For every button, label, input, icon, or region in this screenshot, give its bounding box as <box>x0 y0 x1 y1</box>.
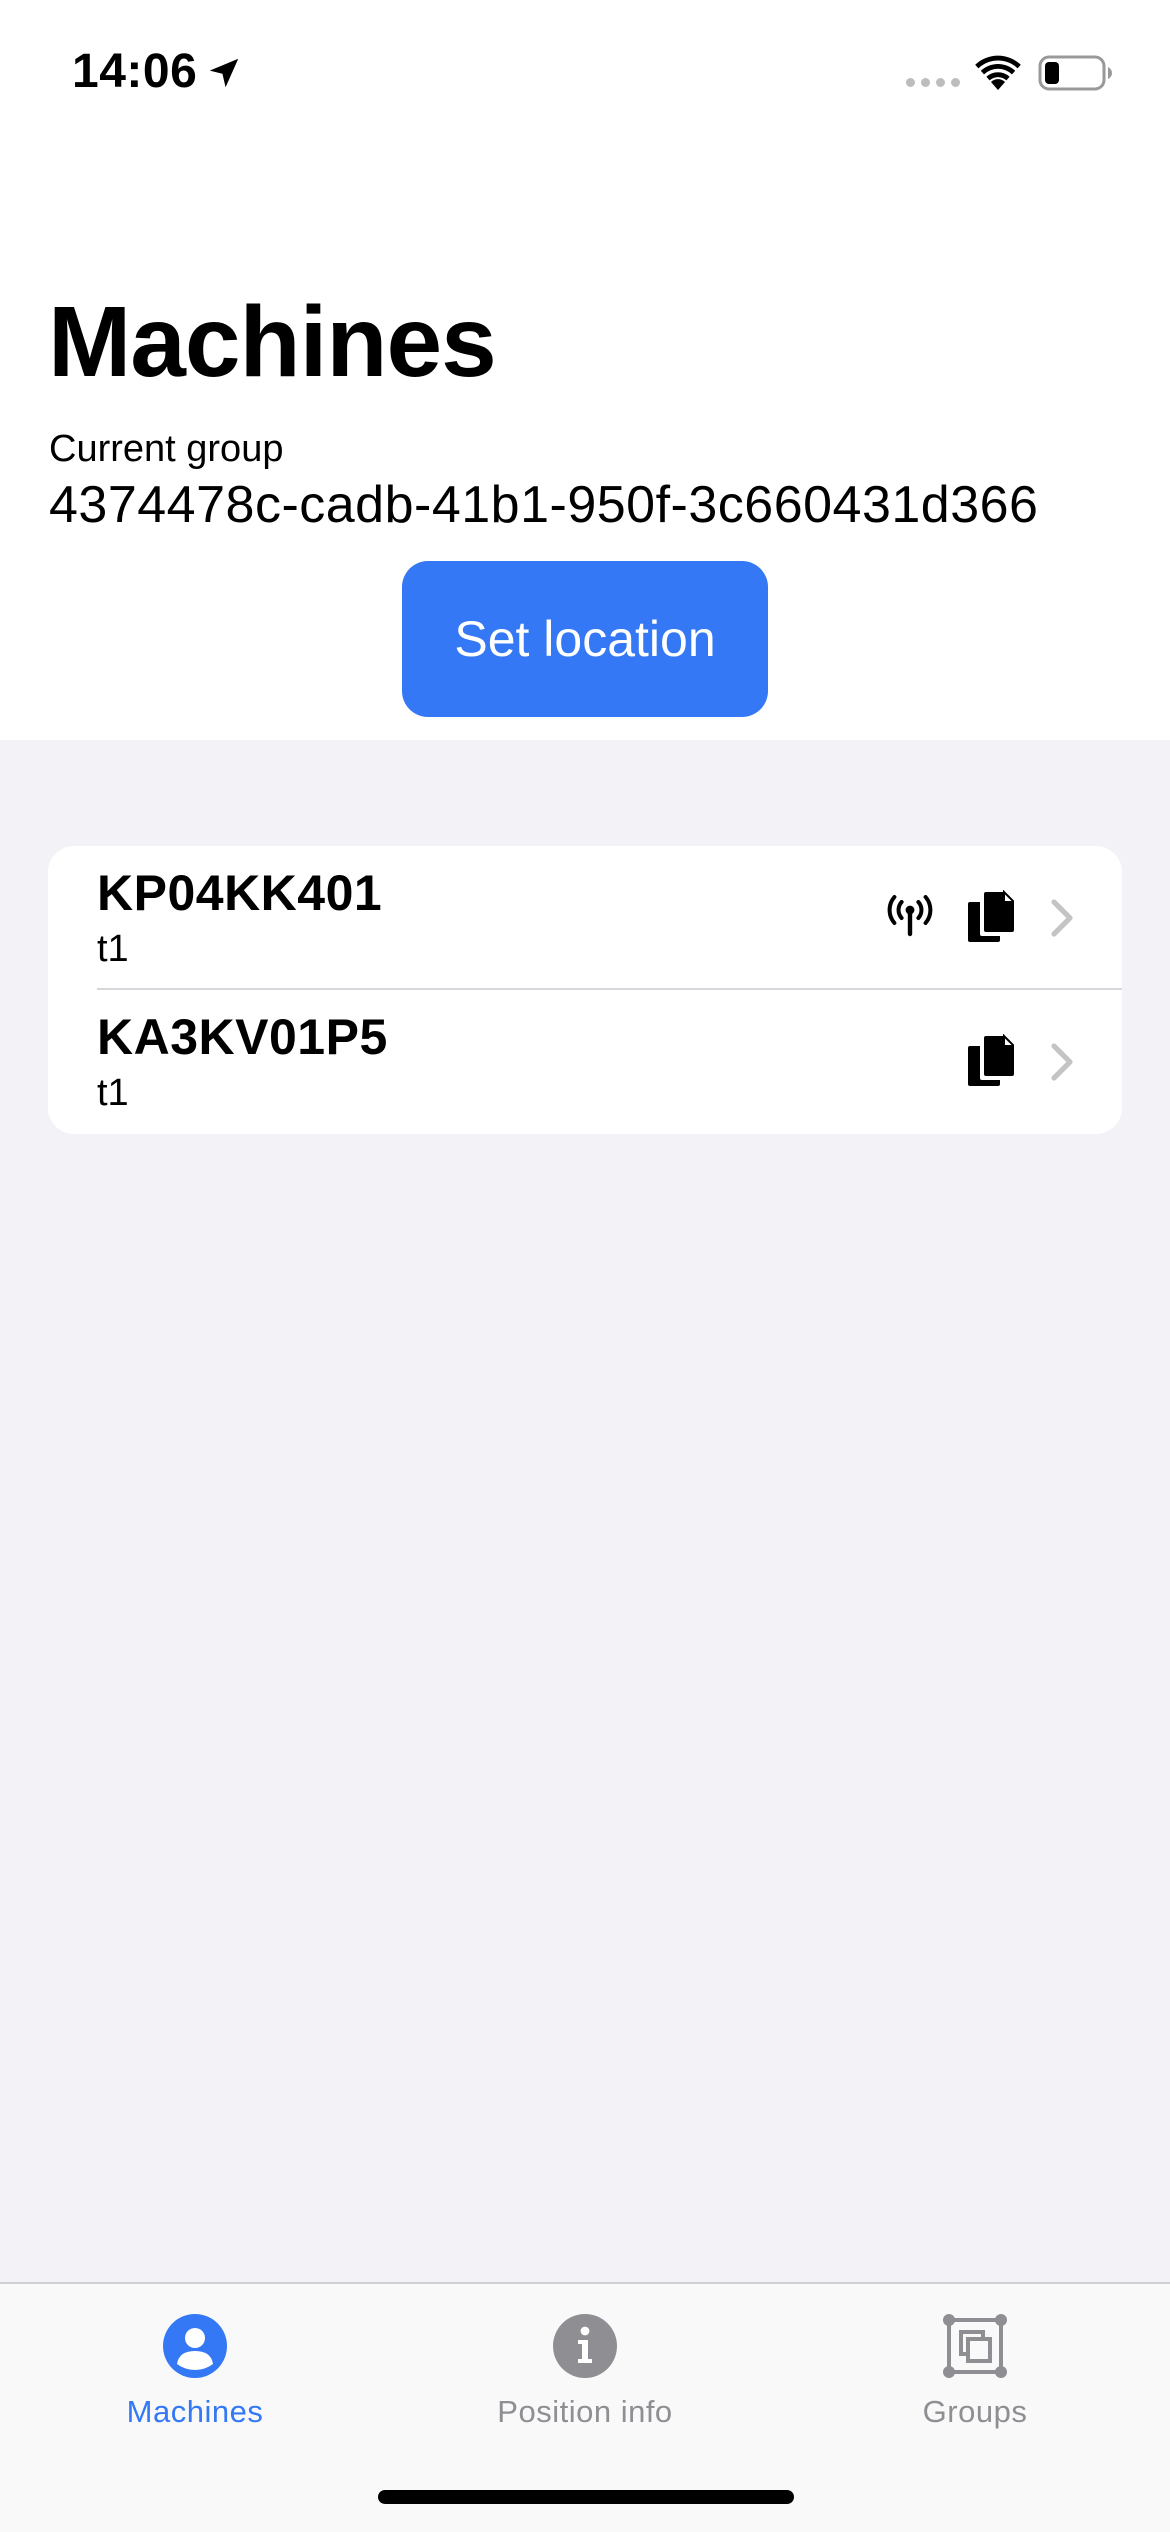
current-group-label: Current group <box>49 428 284 470</box>
chevron-right-icon[interactable] <box>1050 1042 1074 1082</box>
status-bar: 14:06 <box>0 0 1170 150</box>
set-location-button[interactable]: Set location <box>402 561 768 717</box>
machine-subtitle: t1 <box>97 928 129 970</box>
battery-icon <box>1038 55 1112 91</box>
tab-label-position-info: Position info <box>497 2394 673 2429</box>
header: Machines Current group 4374478c-cadb-41b… <box>0 150 1170 740</box>
documents-icon[interactable] <box>966 890 1014 944</box>
list-item[interactable]: KA3KV01P5 t1 <box>48 990 1122 1134</box>
antenna-icon[interactable] <box>886 894 934 938</box>
page-title: Machines <box>48 286 497 398</box>
screen: 14:06 Machines Current group 4374478c-ca… <box>0 0 1170 2532</box>
machine-name: KA3KV01P5 <box>97 1009 388 1065</box>
tab-machines[interactable]: Machines <box>0 2284 390 2464</box>
documents-icon[interactable] <box>966 1034 1014 1088</box>
machine-name: KP04KK401 <box>97 865 383 921</box>
status-time: 14:06 <box>72 45 198 98</box>
chevron-right-icon[interactable] <box>1050 898 1074 938</box>
home-indicator[interactable] <box>378 2490 794 2504</box>
groups-icon <box>943 2314 1007 2378</box>
cellular-signal-icon <box>906 78 960 87</box>
current-group-id: 4374478c-cadb-41b1-950f-3c660431d366 <box>49 476 1039 534</box>
tab-position-info[interactable]: Position info <box>390 2284 780 2464</box>
tab-label-groups: Groups <box>922 2394 1028 2429</box>
person-circle-icon <box>163 2314 227 2378</box>
info-circle-icon <box>553 2314 617 2378</box>
location-arrow-icon <box>209 58 239 88</box>
machine-list: KP04KK401 t1 KA3KV01P5 t1 <box>48 846 1122 1134</box>
list-item[interactable]: KP04KK401 t1 <box>48 846 1122 990</box>
tab-groups[interactable]: Groups <box>780 2284 1170 2464</box>
machine-subtitle: t1 <box>97 1072 129 1114</box>
wifi-icon <box>975 55 1021 90</box>
tab-label-machines: Machines <box>126 2394 264 2429</box>
